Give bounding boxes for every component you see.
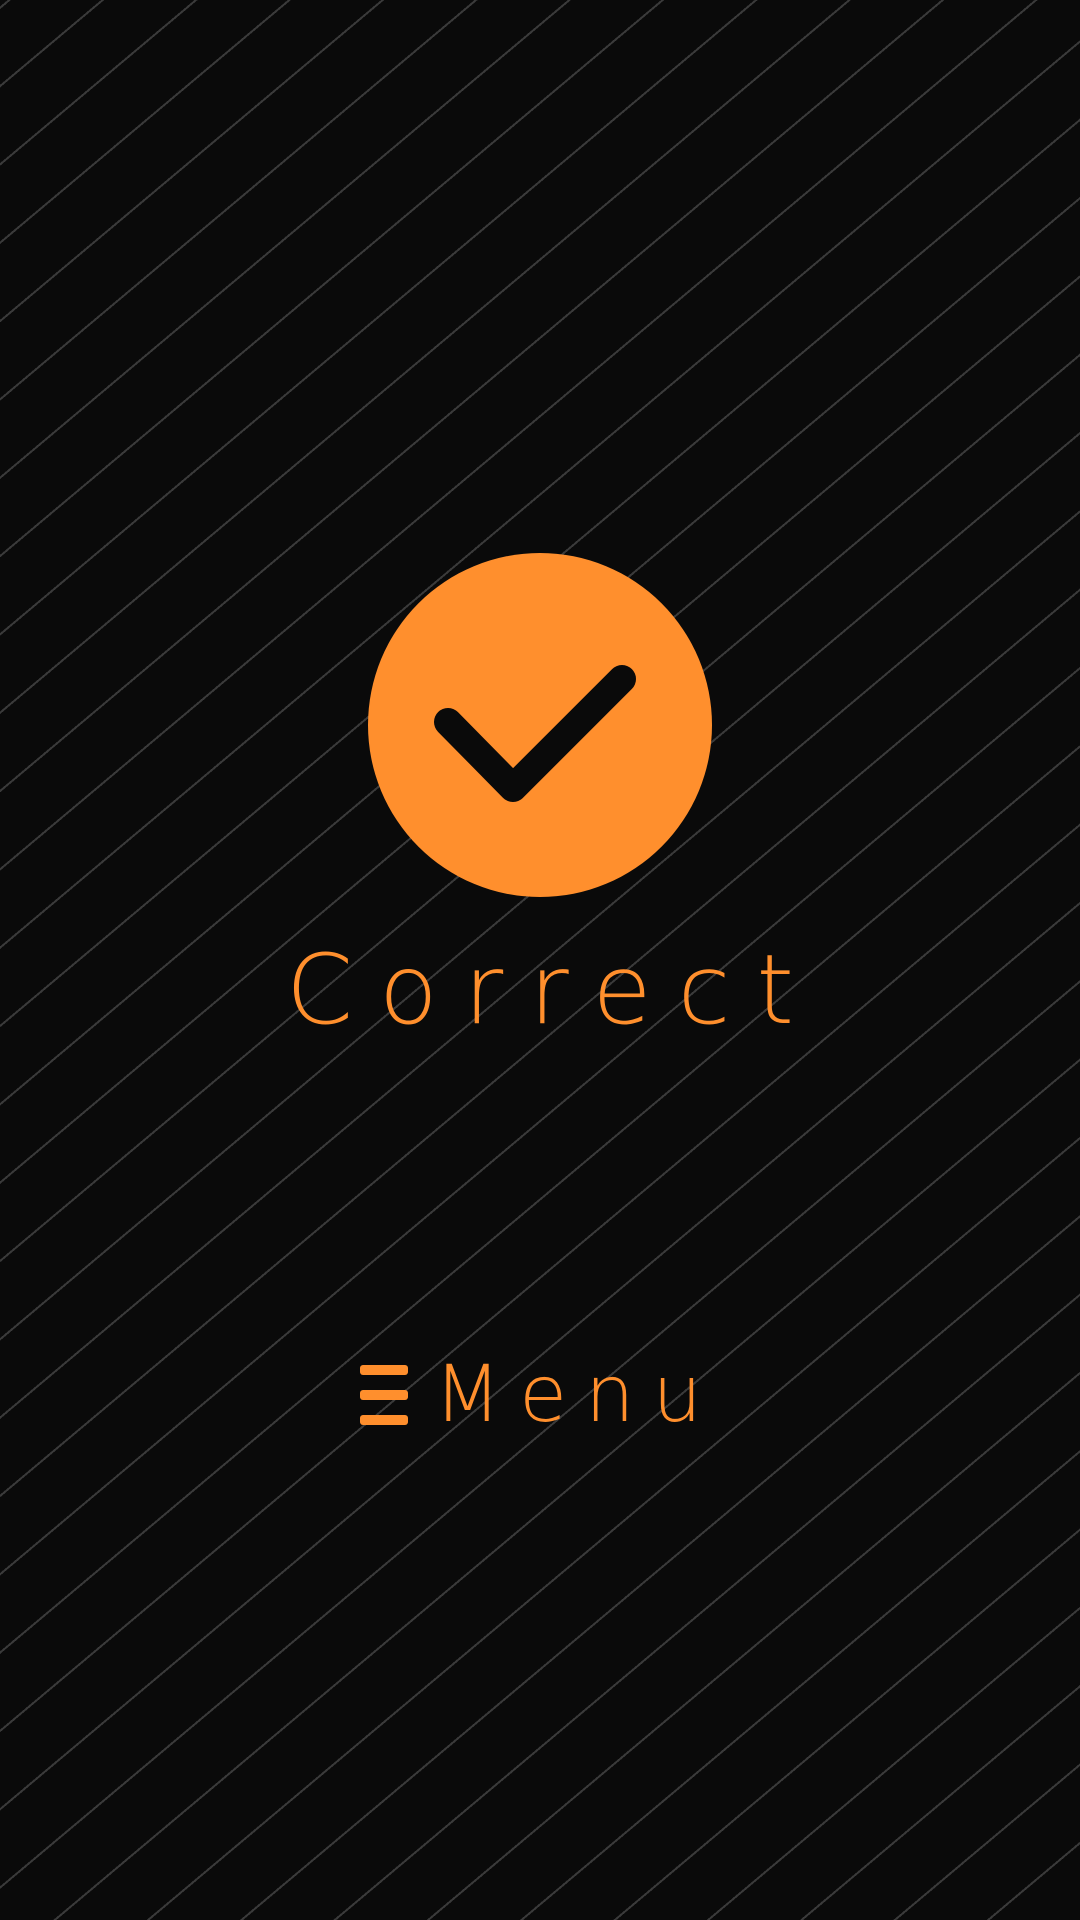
checkmark-icon	[434, 665, 636, 802]
result-label: Correct	[285, 934, 821, 1046]
hamburger-menu-icon	[360, 1365, 408, 1425]
result-badge	[368, 553, 712, 897]
menu-label: Menu	[433, 1350, 720, 1440]
menu-button[interactable]: Menu	[360, 1345, 720, 1445]
